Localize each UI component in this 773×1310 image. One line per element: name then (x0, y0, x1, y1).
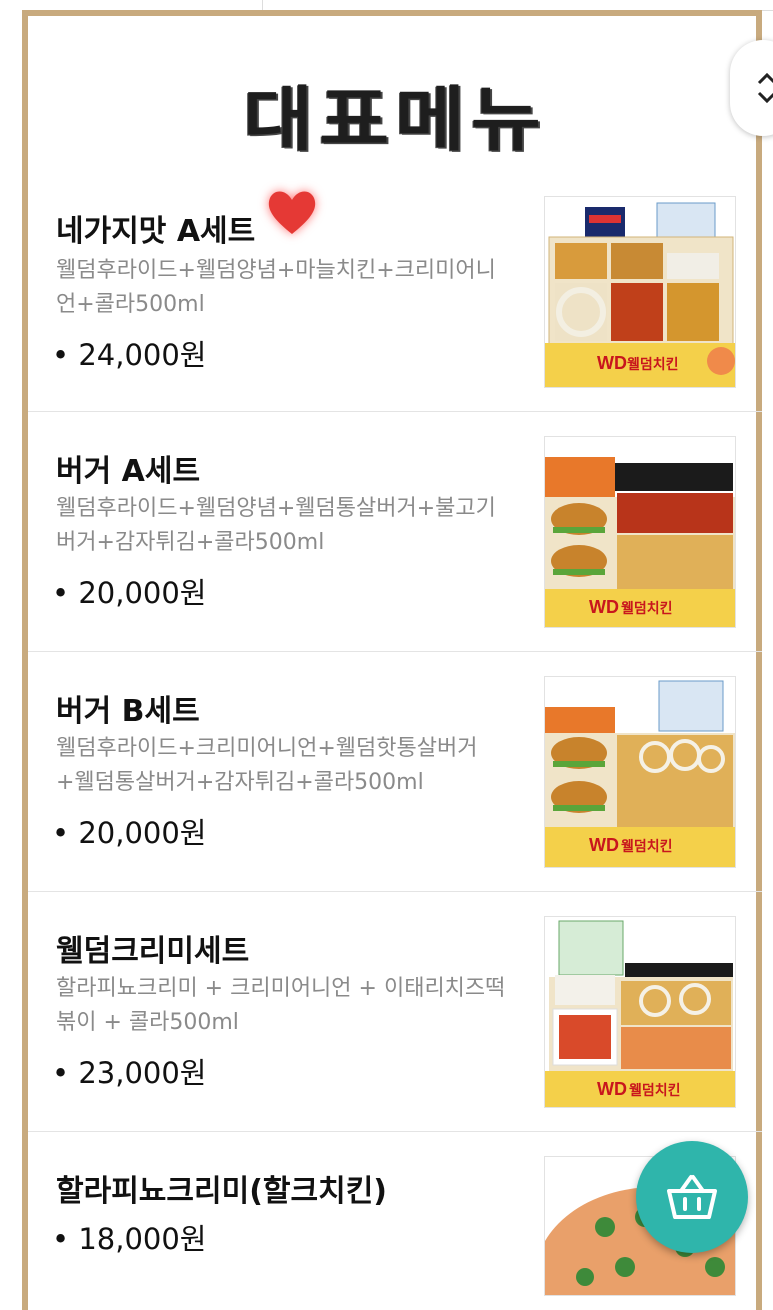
menu-item[interactable]: 웰덤크리미세트 할라피뇨크리미 + 크리미어니언 + 이태리치즈떡볶이 + 콜라… (28, 892, 762, 1132)
shopping-basket-icon (667, 1175, 717, 1219)
menu-item-name: 네가지맛 A세트 (56, 214, 256, 249)
menu-item-price: • 20,000원 (52, 576, 207, 610)
menu-item[interactable]: 버거 A세트 웰덤후라이드+웰덤양념+웰덤통살버거+불고기버거+감자튀김+콜라5… (28, 412, 762, 652)
menu-item-image[interactable]: WD 웰덤치킨 (544, 196, 736, 388)
chevron-up-down-icon (757, 72, 773, 104)
svg-text:WD: WD (597, 1079, 627, 1099)
page-title: 대표메뉴 (243, 78, 547, 160)
svg-text:웰덤치킨: 웰덤치킨 (629, 1082, 681, 1099)
svg-text:WD: WD (597, 353, 627, 373)
menu-item-price: • 20,000원 (52, 816, 207, 850)
svg-text:WD: WD (589, 835, 619, 855)
scroll-toggle-button[interactable] (730, 40, 773, 136)
menu-item-name: 버거 A세트 (56, 454, 201, 489)
svg-text:웰덤치킨: 웰덤치킨 (621, 600, 673, 617)
svg-text:WD: WD (589, 597, 619, 617)
svg-text:웰덤치킨: 웰덤치킨 (621, 838, 673, 855)
svg-text:웰덤치킨: 웰덤치킨 (627, 356, 679, 373)
menu-item-description: 웰덤후라이드+웰덤양념+마늘치킨+크리미어니언+콜라500ml (56, 258, 496, 317)
menu-item-description: 웰덤후라이드+웰덤양념+웰덤통살버거+불고기버거+감자튀김+콜라500ml (56, 496, 496, 555)
menu-item-description: 웰덤후라이드+크리미어니언+웰덤핫통살버거+웰덤통살버거+감자튀김+콜라500m… (56, 736, 478, 795)
menu-item[interactable]: 버거 B세트 웰덤후라이드+크리미어니언+웰덤핫통살버거+웰덤통살버거+감자튀김… (28, 652, 762, 892)
cart-button[interactable] (636, 1141, 748, 1253)
heart-icon (268, 191, 316, 234)
menu-item-name: 할라피뇨크리미(할크치킨) (56, 1174, 388, 1209)
menu-item-price: • 23,000원 (52, 1056, 207, 1090)
menu-item-image[interactable]: WD 웰덤치킨 (544, 916, 736, 1108)
menu-item-name: 웰덤크리미세트 (56, 934, 250, 969)
menu-item-image[interactable]: WD 웰덤치킨 (544, 676, 736, 868)
menu-item-image[interactable]: WD 웰덤치킨 (544, 436, 736, 628)
menu-item-price: • 18,000원 (52, 1222, 207, 1256)
menu-item-price: • 24,000원 (52, 338, 207, 372)
menu-item-description: 할라피뇨크리미 + 크리미어니언 + 이태리치즈떡볶이 + 콜라500ml (56, 976, 506, 1035)
menu-item-name: 버거 B세트 (56, 694, 200, 729)
menu-item[interactable]: 네가지맛 A세트 웰덤후라이드+웰덤양념+마늘치킨+크리미어니언+콜라500ml… (28, 176, 762, 412)
